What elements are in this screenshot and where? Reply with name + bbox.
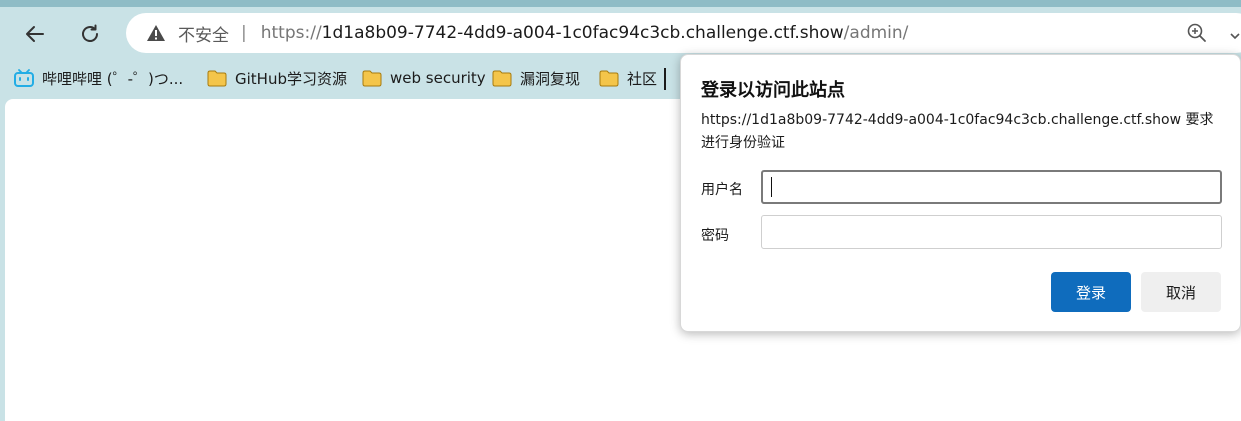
- bookmark-vuln-repro[interactable]: 漏洞复现: [492, 65, 580, 91]
- bookmark-web-security[interactable]: web security: [362, 65, 486, 91]
- dialog-title: 登录以访问此站点: [701, 80, 845, 101]
- folder-icon: [492, 69, 512, 87]
- browser-toolbar: 不安全 | https://1d1a8b09-7742-4dd9-a004-1c…: [0, 7, 1241, 60]
- bookmark-community[interactable]: 社区: [599, 65, 657, 91]
- bookmark-github-resources[interactable]: GitHub学习资源: [207, 65, 347, 91]
- bookmark-label: 哔哩哔哩 (゜-゜)つ...: [42, 69, 184, 88]
- bookmark-label: 社区: [627, 69, 658, 88]
- folder-icon: [207, 69, 227, 87]
- bookmarks-divider: [664, 68, 666, 90]
- username-label: 用户名: [701, 182, 743, 198]
- url-separator: |: [241, 23, 247, 43]
- password-label: 密码: [701, 228, 729, 244]
- bookmark-label: GitHub学习资源: [235, 69, 347, 88]
- bilibili-icon: [14, 69, 34, 87]
- folder-icon: [362, 69, 382, 87]
- back-button[interactable]: [18, 17, 52, 51]
- bookmark-label: 漏洞复现: [520, 69, 581, 88]
- bookmark-bilibili[interactable]: 哔哩哔哩 (゜-゜)つ...: [14, 65, 183, 91]
- url-path: /admin/: [843, 23, 909, 43]
- password-input[interactable]: [761, 215, 1222, 249]
- login-button[interactable]: 登录: [1051, 272, 1131, 312]
- dialog-message: https://1d1a8b09-7742-4dd9-a004-1c0fac94…: [701, 112, 1214, 151]
- arrow-left-icon: [26, 26, 44, 42]
- reload-icon: [82, 24, 98, 42]
- folder-icon: [599, 69, 619, 87]
- warning-icon[interactable]: [146, 22, 168, 44]
- window-top-strip: [0, 0, 1241, 7]
- username-input[interactable]: [761, 170, 1222, 204]
- url-host: 1d1a8b09-7742-4dd9-a004-1c0fac94c3cb.cha…: [321, 23, 844, 43]
- zoom-icon[interactable]: [1186, 22, 1208, 44]
- security-status-label[interactable]: 不安全: [178, 21, 229, 46]
- text-caret: [771, 177, 772, 197]
- bookmark-label: web security: [390, 69, 486, 87]
- chevron-down-icon[interactable]: [1229, 27, 1241, 40]
- url-scheme: https://: [260, 23, 322, 43]
- reload-button[interactable]: [73, 17, 107, 51]
- address-bar[interactable]: 不安全 | https://1d1a8b09-7742-4dd9-a004-1c…: [126, 13, 1241, 53]
- auth-dialog: 登录以访问此站点 https://1d1a8b09-7742-4dd9-a004…: [680, 54, 1241, 332]
- cancel-button[interactable]: 取消: [1141, 272, 1221, 312]
